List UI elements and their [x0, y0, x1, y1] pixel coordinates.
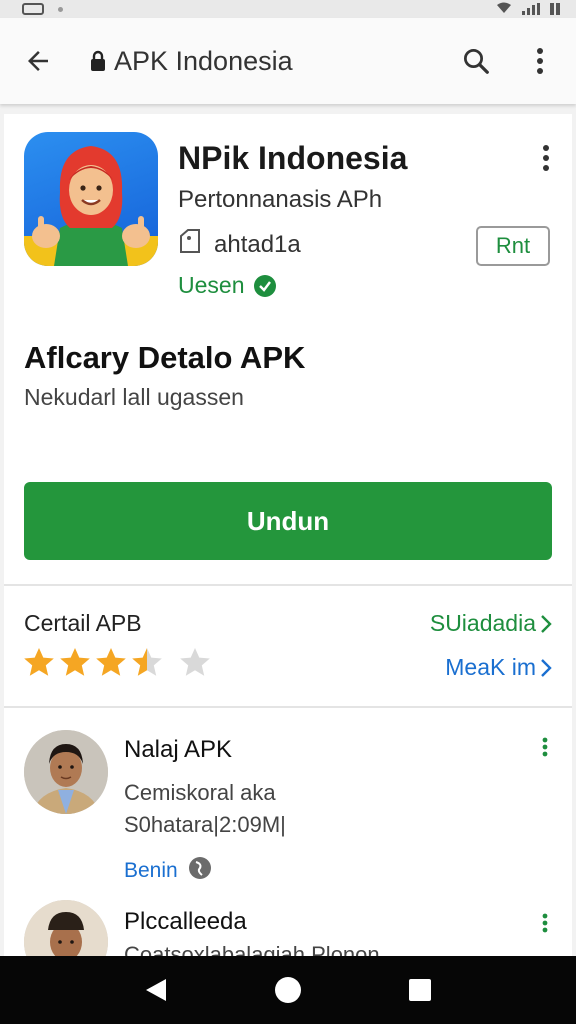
download-button[interactable]: Undun	[24, 482, 552, 560]
verified-check-icon	[254, 274, 277, 297]
star-filled-icon	[60, 648, 90, 676]
chevron-right-icon	[541, 658, 552, 677]
app-developer[interactable]: Pertonnanasis APh	[178, 186, 382, 214]
review-tag[interactable]: Benin	[124, 856, 212, 886]
lock-icon	[90, 50, 106, 72]
status-bar	[0, 0, 576, 18]
more-vert-icon	[542, 913, 548, 933]
chevron-right-icon	[541, 614, 552, 633]
rent-button[interactable]: Rnt	[476, 226, 550, 266]
square-recents-icon	[409, 979, 431, 1001]
divider	[4, 584, 572, 586]
triangle-back-icon	[146, 979, 166, 1001]
system-nav-bar	[0, 956, 576, 1024]
review-item: Nalaj APK Cemiskoral aka S0hatara|2:09M|…	[4, 726, 572, 896]
arrow-left-icon	[28, 51, 48, 71]
app-detail-card: NPik Indonesia Pertonnanasis APh ahtad1a…	[4, 114, 572, 956]
wifi-icon	[496, 1, 512, 17]
review-text: Cemiskoral aka	[124, 780, 276, 805]
star-rating	[22, 646, 212, 680]
nav-back-button[interactable]	[126, 960, 186, 1020]
content-rating-label: ahtad1a	[214, 230, 301, 258]
avatar[interactable]	[24, 900, 108, 956]
search-button[interactable]	[444, 29, 508, 93]
notification-icon	[22, 3, 44, 15]
more-vert-icon	[542, 737, 548, 757]
circle-home-icon	[275, 977, 301, 1003]
dot-icon	[58, 6, 63, 12]
avatar[interactable]	[24, 730, 108, 814]
review-options-button[interactable]	[530, 908, 560, 938]
more-link[interactable]: MeaK im	[445, 654, 552, 681]
back-button[interactable]	[6, 29, 70, 93]
app-bar: APK Indonesia	[0, 18, 576, 104]
more-label: MeaK im	[445, 654, 536, 680]
app-options-button[interactable]	[526, 138, 566, 178]
more-vert-icon	[543, 145, 549, 171]
review-meta: S0hatara|2:09M|	[124, 812, 286, 837]
star-filled-icon	[24, 648, 54, 676]
review-author: Nalaj APK	[124, 736, 233, 763]
tag-icon	[178, 228, 204, 261]
ratings-title: Certail APB	[24, 610, 142, 636]
page-title: APK Indonesia	[114, 45, 293, 76]
battery-icon	[550, 3, 560, 15]
signal-icon	[522, 3, 540, 15]
nav-recents-button[interactable]	[390, 960, 450, 1020]
review-author: Plccalleeda	[124, 908, 247, 935]
more-vert-icon	[537, 48, 543, 74]
search-icon	[464, 49, 489, 74]
star-filled-icon	[96, 648, 126, 676]
app-name: NPik Indonesia	[178, 140, 408, 176]
app-header: NPik Indonesia Pertonnanasis APh ahtad1a…	[4, 114, 572, 314]
star-filled-icon	[132, 648, 162, 676]
app-icon[interactable]	[24, 132, 158, 266]
details-subtitle: Nekudarl lall ugassen	[24, 384, 244, 410]
app-version: Uesen	[178, 272, 277, 299]
app-content-rating: ahtad1a	[178, 228, 301, 261]
nav-home-button[interactable]	[258, 960, 318, 1020]
globe-icon	[188, 856, 212, 886]
star-empty-icon	[180, 648, 210, 676]
details-title: Aflcary Detalo APK	[24, 340, 306, 375]
review-tag-label: Benin	[124, 859, 178, 882]
divider	[4, 706, 572, 708]
see-all-label: SUiadadia	[429, 610, 536, 636]
see-all-link[interactable]: SUiadadia	[430, 610, 552, 637]
review-options-button[interactable]	[530, 732, 560, 762]
version-label: Uesen	[178, 272, 245, 298]
review-item: Plccalleeda Coatsoxlabalagiah Plonon	[4, 900, 572, 956]
overflow-menu-button[interactable]	[508, 29, 572, 93]
review-text: Coatsoxlabalagiah Plonon	[124, 942, 380, 956]
